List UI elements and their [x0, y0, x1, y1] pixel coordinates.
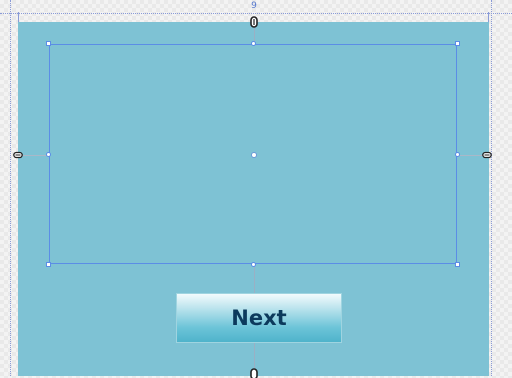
resize-handle-right[interactable] [455, 152, 460, 157]
resize-handle-top-right[interactable] [455, 41, 460, 46]
ruler-tick-left [18, 12, 19, 22]
guide-line-top [0, 13, 512, 14]
resize-handle-left[interactable] [46, 152, 51, 157]
resize-handle-bottom-left[interactable] [46, 262, 51, 267]
resize-handle-bottom-right[interactable] [455, 262, 460, 267]
ruler-measure-label: 9 [251, 1, 257, 11]
guide-line-left [10, 0, 11, 376]
next-button[interactable]: Next [176, 293, 342, 343]
pin-icon[interactable] [13, 150, 23, 160]
rotation-center-point[interactable] [251, 152, 257, 158]
guide-line-right [491, 0, 492, 376]
pin-icon[interactable] [249, 368, 259, 378]
ruler-tick-right [488, 12, 489, 22]
resize-handle-bottom[interactable] [251, 262, 256, 267]
resize-handle-top[interactable] [251, 41, 256, 46]
resize-handle-top-left[interactable] [46, 41, 51, 46]
pin-icon[interactable] [249, 16, 259, 28]
pin-icon[interactable] [482, 150, 492, 160]
